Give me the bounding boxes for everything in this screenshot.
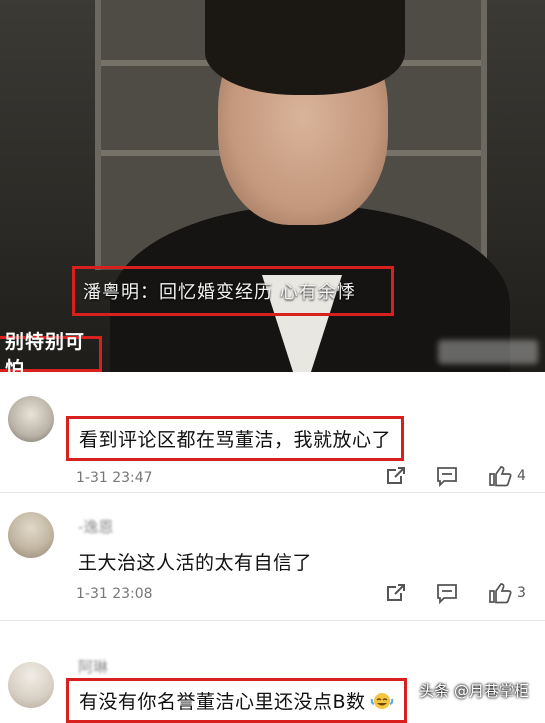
reply-button[interactable] [436,582,458,604]
toutiao-watermark: 头条 @月巷掌柜 [419,682,529,700]
share-button[interactable] [384,465,406,487]
video-watermark-blur [438,340,538,364]
video-subtitle: 潘粤明：回忆婚变经历 心有余悸 [72,266,394,316]
comment-text: 有没有你名誉董洁心里还没点B数 [79,691,366,713]
thumbs-up-icon [489,583,512,604]
laughing-emoji-icon [370,692,393,709]
share-icon [387,467,405,484]
comment-text: 王大治这人活的太有自信了 [78,552,313,574]
like-button[interactable]: 3 [488,582,526,604]
comment-username[interactable]: -逸恩 [78,516,113,537]
comment-username[interactable]: 阿琳 [78,656,108,677]
comment-section: 看到评论区都在骂董洁，我就放心了 1-31 23:47 4 -逸恩 王大治这人活… [0,372,545,723]
comment-text-box: 有没有你名誉董洁心里还没点B数 [66,678,407,723]
divider [0,492,545,493]
comment-icon [437,467,457,487]
like-button[interactable]: 4 [488,465,526,487]
like-count: 3 [517,585,526,601]
avatar[interactable] [8,662,54,708]
avatar[interactable] [8,396,54,442]
thumbs-up-icon [489,466,512,487]
avatar[interactable] [8,512,54,558]
comment-item: 看到评论区都在骂董洁，我就放心了 1-31 23:47 4 [0,372,545,492]
reply-button[interactable] [436,465,458,487]
share-button[interactable] [384,582,406,604]
video-caption: 别特别可怕 [0,331,102,372]
share-icon [387,584,405,601]
comment-time: 1-31 23:08 [76,586,153,602]
comment-item: -逸恩 王大治这人活的太有自信了 1-31 23:08 3 [0,494,545,616]
comment-time: 1-31 23:47 [76,470,153,486]
video-screenshot: 潘粤明：回忆婚变经历 心有余悸 别特别可怕 [0,0,545,372]
divider [0,620,545,621]
comment-icon [437,584,457,604]
person-hair [205,0,405,95]
comment-text: 看到评论区都在骂董洁，我就放心了 [66,416,405,461]
like-count: 4 [517,468,526,484]
